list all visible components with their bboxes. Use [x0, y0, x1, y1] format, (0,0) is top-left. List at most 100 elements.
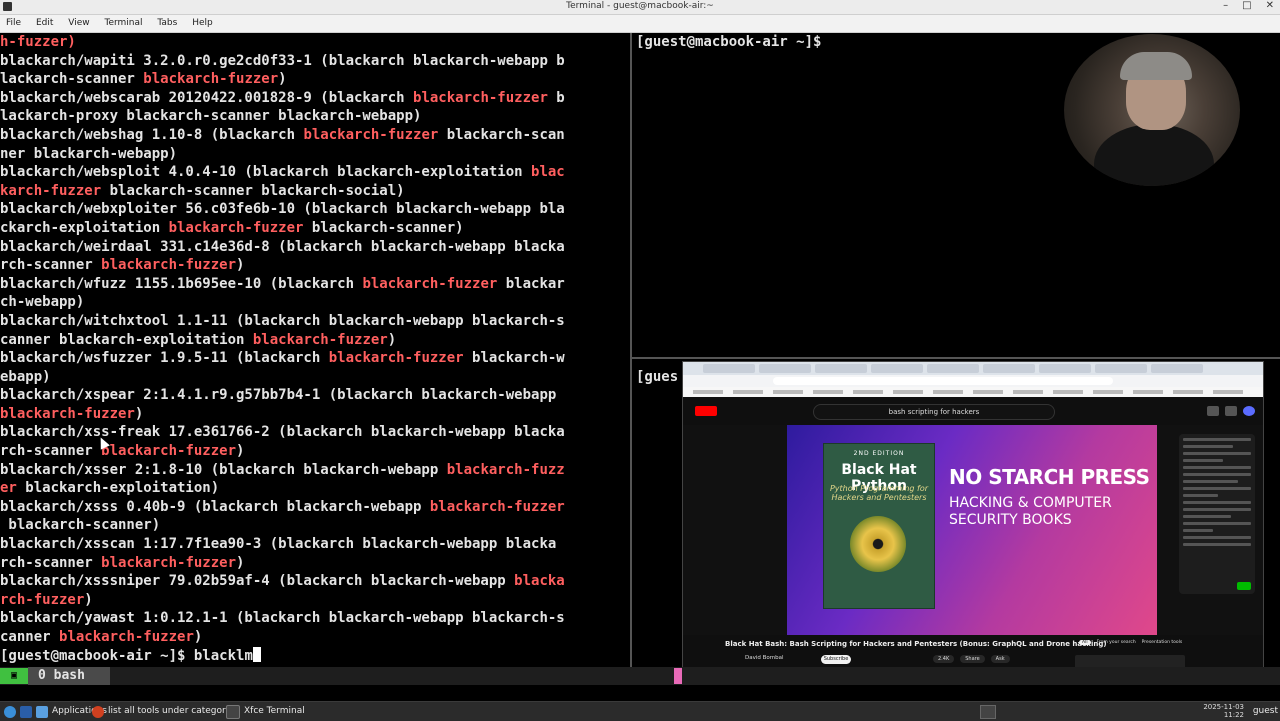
webcam-overlay — [1064, 34, 1240, 186]
highlighted-text: blackarch-fuzzer — [328, 350, 464, 367]
browser-tab[interactable] — [1151, 364, 1203, 373]
output-text: ch-webapp) — [0, 294, 85, 311]
create-icon[interactable] — [1207, 406, 1219, 416]
bookmark[interactable] — [1013, 390, 1043, 394]
bookmark[interactable] — [773, 390, 803, 394]
show-desktop-icon[interactable] — [980, 705, 996, 719]
browser-tab[interactable] — [983, 364, 1035, 373]
menu-terminal[interactable]: Terminal — [98, 15, 148, 28]
taskbar-browser-task[interactable]: list all tools under categor — [92, 702, 226, 721]
bookmark[interactable] — [813, 390, 843, 394]
output-text: ner blackarch-webapp) — [0, 145, 178, 162]
youtube-search-input[interactable]: bash scripting for hackers — [813, 404, 1055, 420]
terminal-output-line: blackarch-fuzzer) — [0, 405, 630, 424]
video-title[interactable]: Black Hat Bash: Bash Scripting for Hacke… — [725, 640, 1107, 648]
highlighted-text: er — [0, 480, 17, 497]
taskbar-terminal-task[interactable]: Xfce Terminal — [226, 702, 305, 721]
chip-presentation-tools[interactable]: Presentation tools — [1142, 640, 1183, 645]
command-input[interactable]: blacklm — [194, 648, 253, 664]
bookmark[interactable] — [1093, 390, 1123, 394]
browser-overlay-window[interactable]: bash scripting for hackers 2ND EDITION B… — [682, 361, 1264, 680]
bookmark[interactable] — [973, 390, 1003, 394]
output-text: rch-scanner — [0, 257, 102, 274]
output-text: blackarch/wfuzz 1155.1b695ee-10 (blackar… — [0, 275, 363, 292]
video-player[interactable]: 2ND EDITION Black Hat Python Python Prog… — [787, 425, 1157, 635]
bookmark[interactable] — [933, 390, 963, 394]
applications-icon — [4, 705, 16, 718]
menu-tabs[interactable]: Tabs — [151, 15, 183, 28]
bookmark[interactable] — [693, 390, 723, 394]
book-cover-image: 2ND EDITION Black Hat Python Python Prog… — [823, 443, 935, 609]
close-button[interactable]: ✕ — [1266, 0, 1274, 11]
terminal-pane-left[interactable]: h-fuzzer) blackarch/wapiti 3.2.0.r0.ge2cd… — [0, 33, 630, 667]
live-chat-panel[interactable] — [1179, 434, 1255, 594]
bookmark[interactable] — [1213, 390, 1243, 394]
bookmark[interactable] — [1133, 390, 1163, 394]
channel-name[interactable]: David Bombal — [745, 655, 784, 661]
browser-tab[interactable] — [815, 364, 867, 373]
bookmark[interactable] — [853, 390, 883, 394]
bookmark[interactable] — [733, 390, 763, 394]
youtube-logo-icon[interactable] — [695, 406, 717, 416]
browser-tab[interactable] — [759, 364, 811, 373]
menu-file[interactable]: File — [0, 15, 27, 28]
terminal-prompt-line[interactable]: [guest@macbook-air ~]$ blacklm — [0, 646, 630, 666]
output-text: ckarch-exploitation — [0, 219, 169, 236]
share-button[interactable]: Share — [960, 655, 985, 663]
terminal-output-line: h-fuzzer) — [0, 33, 630, 52]
ask-button[interactable]: Ask — [990, 655, 1010, 663]
output-text: rch-scanner — [0, 554, 102, 571]
highlighted-text: blackarch-fuzzer — [168, 219, 304, 236]
shell-prompt-partial: [gues — [636, 369, 679, 385]
chip-from-search[interactable]: From your search — [1097, 640, 1136, 645]
terminal-task-label: Xfce Terminal — [244, 706, 305, 716]
terminal-output-line: er blackarch-exploitation) — [0, 479, 630, 498]
files-icon[interactable] — [36, 705, 48, 718]
url-bar[interactable] — [773, 377, 1113, 385]
menu-edit[interactable]: Edit — [30, 15, 59, 28]
browser-tab[interactable] — [1095, 364, 1147, 373]
shell-prompt: [guest@macbook-air ~]$ — [0, 647, 194, 664]
terminal-output-line: lackarch-scanner blackarch-fuzzer) — [0, 70, 630, 89]
browser-tab[interactable] — [703, 364, 755, 373]
bookmarks-bar — [683, 387, 1263, 397]
terminal-output-line: canner blackarch-fuzzer) — [0, 628, 630, 647]
maximize-button[interactable]: □ — [1242, 0, 1251, 11]
tmux-session-indicator: ▣ — [0, 668, 28, 684]
output-text: blackarch/weirdaal 331.c14e36d-8 (blacka… — [0, 238, 565, 255]
highlighted-text: blackarch-fuzzer — [362, 275, 498, 292]
text-cursor — [252, 646, 261, 662]
terminal-output-line: blackarch/xss-freak 17.e361766-2 (blacka… — [0, 423, 630, 442]
terminal-output-line: blackarch/weirdaal 331.c14e36d-8 (blacka… — [0, 238, 630, 257]
avatar[interactable] — [1243, 406, 1255, 416]
output-text: blackarch-scanner blackarch-social) — [101, 182, 405, 199]
chip-all[interactable]: All — [1079, 640, 1091, 645]
bookmark[interactable] — [1173, 390, 1203, 394]
shell-prompt: [guest@macbook-air ~]$ — [636, 34, 822, 50]
output-text: ) — [278, 71, 287, 88]
browser-tab[interactable] — [927, 364, 979, 373]
publisher-tagline-1: HACKING & COMPUTER — [949, 495, 1112, 511]
bookmark[interactable] — [1053, 390, 1083, 394]
minimize-button[interactable]: – — [1223, 0, 1228, 11]
output-text: blackarch-w — [463, 350, 565, 367]
user-menu[interactable]: guest — [1253, 702, 1278, 721]
browser-tab[interactable] — [1039, 364, 1091, 373]
chat-send-button[interactable] — [1237, 582, 1251, 590]
output-text: blackar — [497, 275, 565, 292]
terminal-output-line: blackarch/yawast 1:0.12.1-1 (blackarch b… — [0, 609, 630, 628]
menu-view[interactable]: View — [62, 15, 95, 28]
menu-help[interactable]: Help — [186, 15, 219, 28]
bookmark[interactable] — [893, 390, 923, 394]
subscribe-button[interactable]: Subscribe — [821, 655, 851, 664]
output-text: b — [547, 89, 565, 106]
tmux-marker — [674, 668, 682, 684]
browser-tab[interactable] — [871, 364, 923, 373]
notifications-icon[interactable] — [1225, 406, 1237, 416]
terminal-output-line: blackarch/websploit 4.0.4-10 (blackarch … — [0, 163, 630, 182]
terminal-icon — [226, 704, 240, 719]
clock[interactable]: 2025-11-03 11:22 — [1203, 703, 1244, 719]
workspace-icon[interactable] — [20, 705, 32, 718]
like-button[interactable]: 2.4K — [933, 655, 955, 663]
tmux-window-tab[interactable]: 0 bash — [28, 667, 110, 685]
